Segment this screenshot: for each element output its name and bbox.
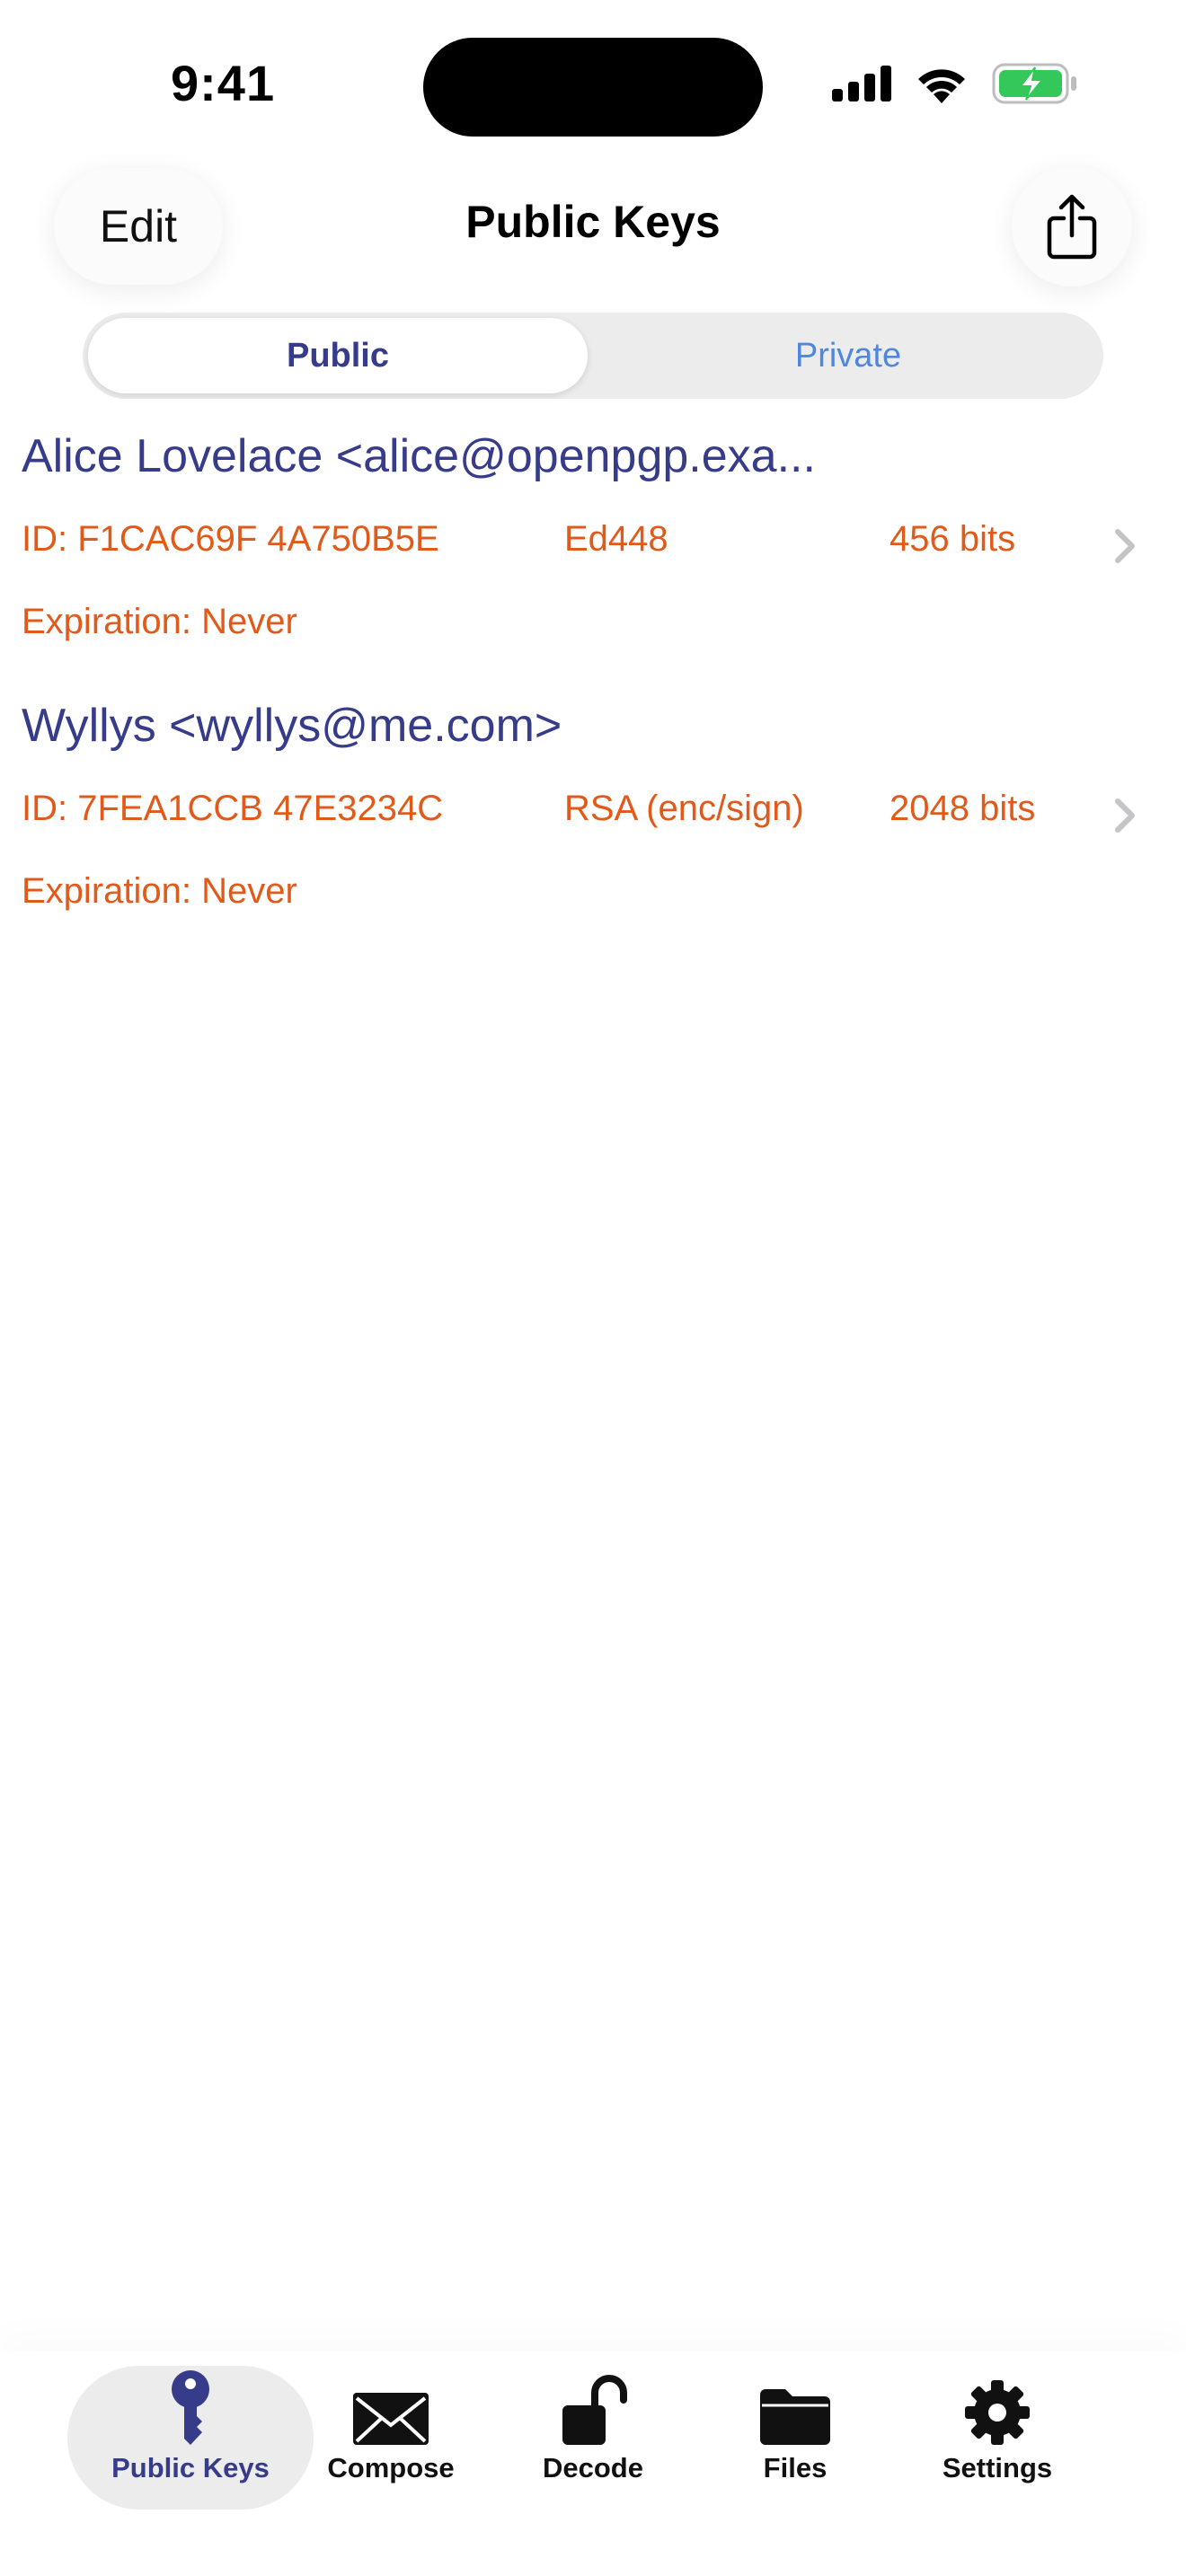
folder-icon <box>758 2366 832 2447</box>
tab-label: Decode <box>543 2452 643 2483</box>
tab-public-keys[interactable]: Public Keys <box>67 2366 314 2510</box>
unlock-icon <box>559 2366 627 2447</box>
key-list-item[interactable]: Wyllys <wyllys@me.com> ID: 7FEA1CCB 47E3… <box>0 699 1186 941</box>
key-algorithm: RSA (enc/sign) <box>564 789 804 828</box>
key-id: ID: 7FEA1CCB 47E3234C <box>22 789 444 828</box>
segment-public[interactable]: Public <box>88 318 588 393</box>
wifi-icon <box>918 69 965 103</box>
key-user-id: Wyllys <wyllys@me.com> <box>22 700 562 752</box>
key-list-item[interactable]: Alice Lovelace <alice@openpgp.exa... ID:… <box>0 429 1186 672</box>
key-algorithm: Ed448 <box>564 519 668 559</box>
tab-label: Settings <box>942 2452 1053 2483</box>
status-time: 9:41 <box>171 55 276 111</box>
share-button[interactable] <box>1012 166 1132 287</box>
gear-icon <box>963 2366 1031 2447</box>
tab-bar: Public Keys Compose Decode Files Setting… <box>0 2351 1186 2576</box>
envelope-icon <box>351 2366 430 2447</box>
tab-files[interactable]: Files <box>714 2366 876 2510</box>
chevron-right-icon <box>1115 529 1135 563</box>
page-title: Public Keys <box>465 197 721 247</box>
tab-compose[interactable]: Compose <box>310 2366 472 2510</box>
tab-decode[interactable]: Decode <box>512 2366 674 2510</box>
cellular-signal-icon <box>832 66 891 101</box>
key-user-id: Alice Lovelace <alice@openpgp.exa... <box>22 430 816 482</box>
key-id: ID: F1CAC69F 4A750B5E <box>22 519 439 559</box>
chevron-right-icon <box>1115 798 1135 833</box>
key-type-segmented-control: Public Private <box>83 313 1103 399</box>
tab-label: Compose <box>327 2452 455 2483</box>
status-bar: 9:41 <box>0 0 1186 162</box>
key-icon <box>168 2366 213 2447</box>
segment-private[interactable]: Private <box>598 318 1098 393</box>
key-size: 2048 bits <box>890 789 1036 828</box>
tab-settings[interactable]: Settings <box>916 2366 1078 2510</box>
key-expiration: Expiration: Never <box>22 602 297 641</box>
share-icon <box>1047 194 1097 260</box>
tab-label: Files <box>763 2452 828 2483</box>
battery-charging-icon <box>992 63 1076 104</box>
dynamic-island <box>423 38 763 137</box>
key-expiration: Expiration: Never <box>22 871 297 911</box>
key-size: 456 bits <box>890 519 1016 559</box>
tab-label: Public Keys <box>111 2452 270 2483</box>
status-icons <box>832 63 1078 104</box>
